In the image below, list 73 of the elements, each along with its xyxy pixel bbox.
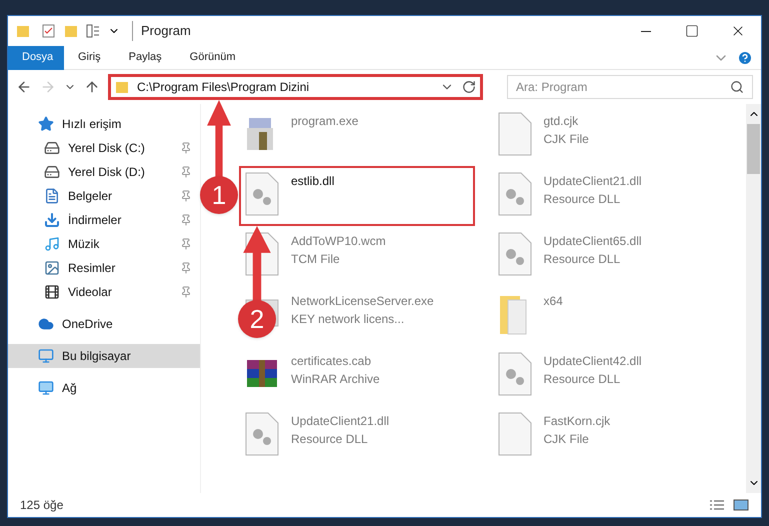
sidebar-item[interactable]: Resimler [8,256,200,280]
properties-icon[interactable] [42,24,56,38]
large-icons-view-icon[interactable] [733,499,749,511]
file-name[interactable]: UpdateClient21.dll [544,172,642,190]
ribbon-tab[interactable]: Giriş [64,46,115,70]
file-name[interactable]: program.exe [291,112,358,130]
image-icon [44,260,60,276]
file-name[interactable]: estlib.dll [291,172,334,190]
up-button[interactable] [84,79,100,95]
file-type: Resource DLL [291,431,369,448]
search-field[interactable]: Ara: Program [507,75,753,99]
sidebar-item[interactable]: Belgeler [8,184,200,208]
file-type: Resource DLL [544,371,622,388]
sidebar-item[interactable]: OneDrive [8,312,200,336]
file-name[interactable]: AddToWP10.wcm [291,232,386,250]
network-icon [38,380,54,396]
sidebar-item[interactable]: Bu bilgisayar [8,344,200,368]
star-icon [38,116,54,132]
file-name[interactable]: gtd.cjk [544,112,589,130]
drive-icon [44,140,60,156]
search-icon[interactable] [730,80,744,94]
file-name[interactable]: FastKorn.cjk [544,412,610,430]
sidebar-item[interactable]: İndirmeler [8,208,200,232]
minimize-icon [641,30,651,32]
details-view-icon[interactable] [709,499,725,511]
file-icon [498,112,532,156]
sidebar-item[interactable]: Yerel Disk (C:) [8,136,200,160]
maximize-icon [685,24,699,38]
sidebar-item[interactable]: Müzik [8,232,200,256]
download-icon [44,212,60,228]
sidebar-item[interactable]: Ağ [8,376,200,400]
scroll-thumb[interactable] [747,124,760,174]
file-name[interactable]: NetworkLicenseServer.exe [291,292,434,310]
sidebar-item[interactable]: Videolar [8,280,200,304]
gear-file-icon [245,172,279,216]
ribbon-tab[interactable]: Paylaş [114,46,176,70]
file-type: CJK File [544,431,590,448]
ribbon-tab[interactable]: Görünüm [176,46,250,70]
file-type: Resource DLL [544,251,622,268]
file-name[interactable]: UpdateClient21.dll [291,412,390,430]
refresh-button[interactable] [462,80,476,94]
music-note-icon [44,236,60,252]
file-name[interactable]: certificates.cab [291,352,380,370]
address-bar[interactable]: C:\Program Files\Program Dizini [108,74,483,100]
file-type: KEY network licens... [291,311,406,328]
monitor-icon [38,348,54,364]
cloud-icon [38,316,54,332]
gear-file-icon [498,232,532,276]
file-type: TCM File [291,251,341,268]
folder-icon [115,80,129,94]
gear-file-icon [498,172,532,216]
sidebar-item[interactable]: Yerel Disk (D:) [8,160,200,184]
search-input[interactable]: Ara: Program [516,78,730,96]
document-icon [44,188,60,204]
file-type: CJK File [544,131,589,148]
address-path: C:\Program Files\Program Dizini [137,79,310,96]
gear-file-icon [498,352,532,396]
file-icon [498,412,532,456]
back-button[interactable] [16,79,32,95]
item-count: 125 öğe [20,497,64,514]
file-name[interactable]: UpdateClient42.dll [544,352,642,370]
ribbon-tab[interactable]: Dosya [8,46,64,70]
file-name[interactable]: x64 [544,292,563,310]
file-type: Resource DLL [544,191,622,208]
scrollbar[interactable] [746,104,761,493]
gear-file-icon [245,412,279,456]
sidebar-item[interactable]: Hızlı erişim [8,112,200,136]
window-title: Program [132,21,191,41]
file-type: WinRAR Archive [291,371,380,388]
drive-icon [44,164,60,180]
file-name[interactable]: UpdateClient65.dll [544,232,642,250]
help-icon[interactable] [737,50,753,66]
film-icon [44,284,60,300]
